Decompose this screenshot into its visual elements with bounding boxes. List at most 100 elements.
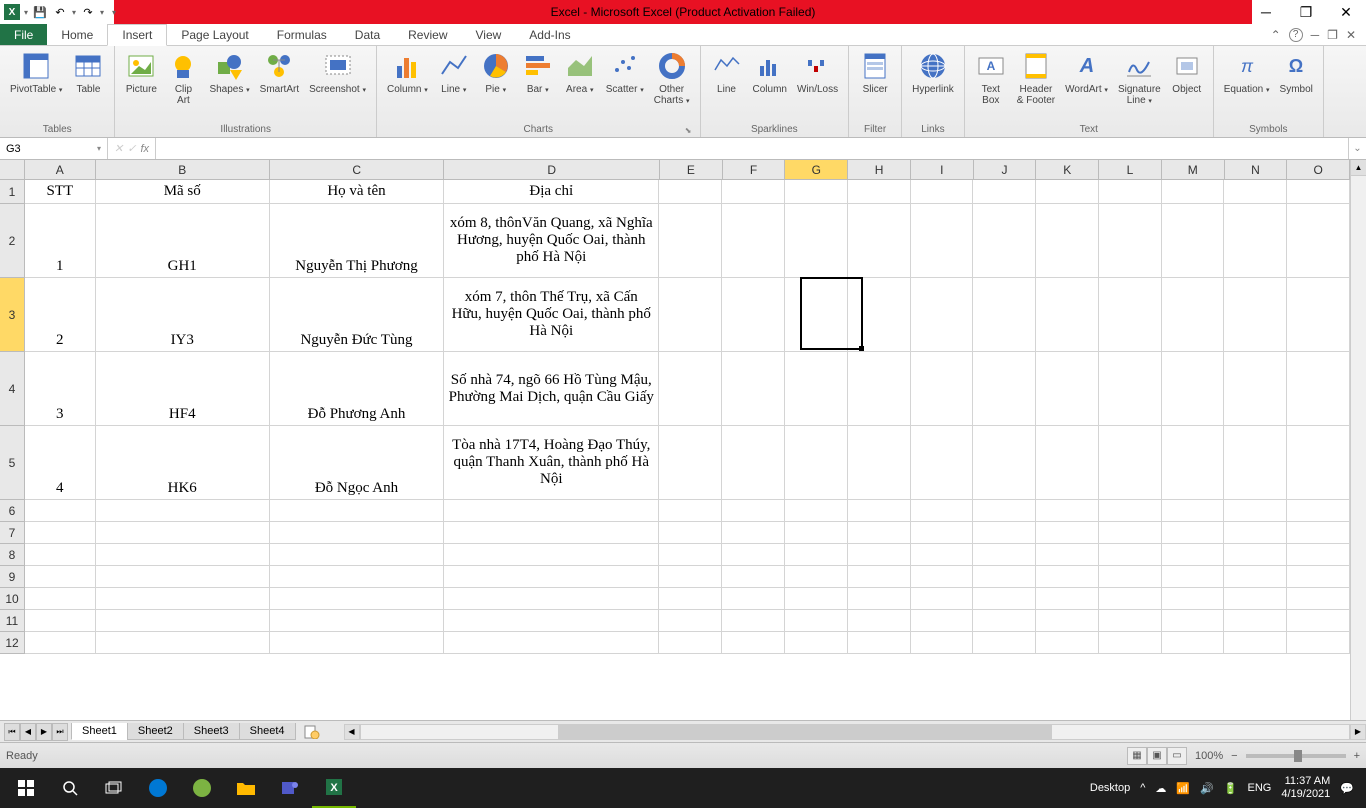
- equation-button[interactable]: πEquation ▾: [1220, 48, 1274, 122]
- cell-A8[interactable]: [25, 544, 96, 566]
- excel-taskbar-button[interactable]: X: [312, 768, 356, 808]
- ribbon-minimize-icon[interactable]: ⌃: [1271, 28, 1281, 42]
- cell-O12[interactable]: [1287, 632, 1350, 654]
- cell-N11[interactable]: [1224, 610, 1287, 632]
- line-button[interactable]: Line ▾: [434, 48, 474, 122]
- bar-button[interactable]: Bar ▾: [518, 48, 558, 122]
- dialog-launcher-icon[interactable]: ⬊: [685, 126, 692, 135]
- doc-minimize-icon[interactable]: ─: [1311, 28, 1320, 42]
- cell-L8[interactable]: [1099, 544, 1162, 566]
- cell-E8[interactable]: [659, 544, 722, 566]
- cell-H8[interactable]: [848, 544, 911, 566]
- win/loss-button[interactable]: Win/Loss: [793, 48, 842, 122]
- cancel-formula-icon[interactable]: ✕: [114, 142, 123, 155]
- column-header-H[interactable]: H: [848, 160, 911, 180]
- picture-button[interactable]: Picture: [121, 48, 161, 122]
- cell-E12[interactable]: [659, 632, 722, 654]
- app-button-1[interactable]: [180, 768, 224, 808]
- cell-L11[interactable]: [1099, 610, 1162, 632]
- enter-formula-icon[interactable]: ✓: [127, 142, 136, 155]
- cells-area[interactable]: STTMã sốHọ và tênĐịa chỉ1GH1Nguyễn Thị P…: [25, 180, 1350, 720]
- sheet-prev-icon[interactable]: ◀: [20, 723, 36, 741]
- cell-H11[interactable]: [848, 610, 911, 632]
- cell-B10[interactable]: [96, 588, 270, 610]
- cell-D4[interactable]: Số nhà 74, ngõ 66 Hồ Tùng Mậu, Phường Ma…: [444, 352, 659, 426]
- cell-K7[interactable]: [1036, 522, 1099, 544]
- cell-C1[interactable]: Họ và tên: [270, 180, 444, 204]
- cell-J6[interactable]: [973, 500, 1036, 522]
- cell-L9[interactable]: [1099, 566, 1162, 588]
- file-explorer-button[interactable]: [224, 768, 268, 808]
- row-header-2[interactable]: 2: [0, 204, 25, 278]
- tab-formulas[interactable]: Formulas: [263, 24, 341, 45]
- column-header-L[interactable]: L: [1099, 160, 1162, 180]
- row-header-1[interactable]: 1: [0, 180, 25, 204]
- cell-G6[interactable]: [785, 500, 848, 522]
- cell-N3[interactable]: [1224, 278, 1287, 352]
- cell-N7[interactable]: [1224, 522, 1287, 544]
- sheet-tab-sheet4[interactable]: Sheet4: [239, 723, 296, 740]
- cell-D7[interactable]: [444, 522, 659, 544]
- tab-view[interactable]: View: [462, 24, 516, 45]
- cell-N8[interactable]: [1224, 544, 1287, 566]
- cell-A7[interactable]: [25, 522, 96, 544]
- column-header-E[interactable]: E: [660, 160, 723, 180]
- tab-add-ins[interactable]: Add-Ins: [515, 24, 584, 45]
- zoom-thumb[interactable]: [1294, 750, 1302, 762]
- cell-B11[interactable]: [96, 610, 270, 632]
- cell-N4[interactable]: [1224, 352, 1287, 426]
- row-header-4[interactable]: 4: [0, 352, 25, 426]
- cell-L3[interactable]: [1099, 278, 1162, 352]
- new-sheet-button[interactable]: [300, 723, 324, 741]
- cell-F10[interactable]: [722, 588, 785, 610]
- cell-O4[interactable]: [1287, 352, 1350, 426]
- cell-J11[interactable]: [973, 610, 1036, 632]
- cell-J5[interactable]: [973, 426, 1036, 500]
- cell-H2[interactable]: [848, 204, 911, 278]
- cell-I12[interactable]: [911, 632, 974, 654]
- page-layout-view-button[interactable]: ▣: [1147, 747, 1167, 765]
- cell-C8[interactable]: [270, 544, 444, 566]
- tab-page-layout[interactable]: Page Layout: [167, 24, 262, 45]
- cell-M11[interactable]: [1162, 610, 1225, 632]
- cell-J4[interactable]: [973, 352, 1036, 426]
- cell-M10[interactable]: [1162, 588, 1225, 610]
- excel-logo-icon[interactable]: X: [4, 4, 20, 20]
- cell-C4[interactable]: Đỗ Phương Anh: [270, 352, 444, 426]
- cell-H9[interactable]: [848, 566, 911, 588]
- cell-O3[interactable]: [1287, 278, 1350, 352]
- cell-H6[interactable]: [848, 500, 911, 522]
- cell-K10[interactable]: [1036, 588, 1099, 610]
- cell-N1[interactable]: [1224, 180, 1287, 204]
- cell-B6[interactable]: [96, 500, 270, 522]
- cell-G2[interactable]: [785, 204, 848, 278]
- tray-battery-icon[interactable]: 🔋: [1224, 782, 1238, 795]
- cell-I3[interactable]: [911, 278, 974, 352]
- cell-A12[interactable]: [25, 632, 96, 654]
- cell-B1[interactable]: Mã số: [96, 180, 270, 204]
- formula-expand-icon[interactable]: ⌄: [1348, 138, 1366, 159]
- sheet-next-icon[interactable]: ▶: [36, 723, 52, 741]
- cell-M1[interactable]: [1162, 180, 1225, 204]
- tray-wifi-icon[interactable]: 📶: [1176, 782, 1190, 795]
- column-header-B[interactable]: B: [96, 160, 270, 180]
- teams-button[interactable]: [268, 768, 312, 808]
- cell-N10[interactable]: [1224, 588, 1287, 610]
- shapes-button[interactable]: Shapes ▾: [205, 48, 253, 122]
- symbol-button[interactable]: ΩSymbol: [1276, 48, 1317, 122]
- cell-O10[interactable]: [1287, 588, 1350, 610]
- cell-I9[interactable]: [911, 566, 974, 588]
- cell-E11[interactable]: [659, 610, 722, 632]
- cell-G3[interactable]: [785, 278, 848, 352]
- start-button[interactable]: [4, 768, 48, 808]
- column-header-J[interactable]: J: [974, 160, 1037, 180]
- sheet-tab-sheet1[interactable]: Sheet1: [71, 723, 128, 740]
- cell-K4[interactable]: [1036, 352, 1099, 426]
- cell-F8[interactable]: [722, 544, 785, 566]
- tray-overflow-icon[interactable]: ^: [1140, 782, 1145, 794]
- select-all-corner[interactable]: [0, 160, 25, 180]
- cell-A1[interactable]: STT: [25, 180, 96, 204]
- row-header-12[interactable]: 12: [0, 632, 25, 654]
- cell-F11[interactable]: [722, 610, 785, 632]
- cell-M3[interactable]: [1162, 278, 1225, 352]
